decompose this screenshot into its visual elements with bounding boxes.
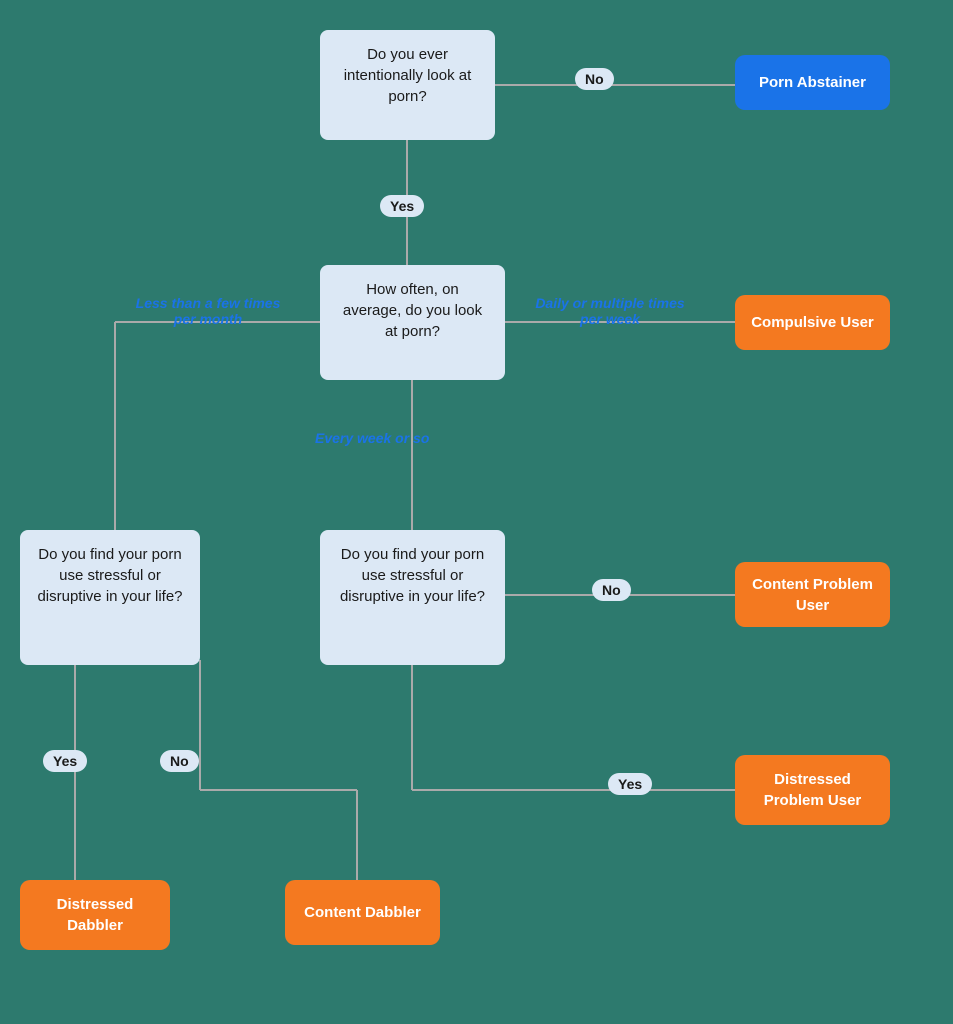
label-yes-left: Yes bbox=[43, 750, 87, 772]
label-no-top: No bbox=[575, 68, 614, 90]
question-2: How often, on average, do you look at po… bbox=[320, 265, 505, 380]
result-content-problem-user: Content Problem User bbox=[735, 562, 890, 627]
result-distressed-dabbler: Distressed Dabbler bbox=[20, 880, 170, 950]
label-yes-bottom-right: Yes bbox=[608, 773, 652, 795]
result-compulsive-user: Compulsive User bbox=[735, 295, 890, 350]
question-1: Do you ever intentionally look at porn? bbox=[320, 30, 495, 140]
question-3-left: Do you find your porn use stressful or d… bbox=[20, 530, 200, 665]
result-distressed-problem-user: Distressed Problem User bbox=[735, 755, 890, 825]
label-no-right-mid: No bbox=[592, 579, 631, 601]
result-content-dabbler: Content Dabbler bbox=[285, 880, 440, 945]
question-3-right: Do you find your porn use stressful or d… bbox=[320, 530, 505, 665]
label-every-week: Every week or so bbox=[315, 430, 429, 446]
label-no-left: No bbox=[160, 750, 199, 772]
result-porn-abstainer: Porn Abstainer bbox=[735, 55, 890, 110]
flowchart: Do you ever intentionally look at porn? … bbox=[0, 0, 953, 1024]
connectors bbox=[0, 0, 953, 1024]
label-less-than: Less than a few times per month bbox=[128, 295, 288, 327]
label-daily: Daily or multiple times per week bbox=[530, 295, 690, 327]
label-yes-top: Yes bbox=[380, 195, 424, 217]
